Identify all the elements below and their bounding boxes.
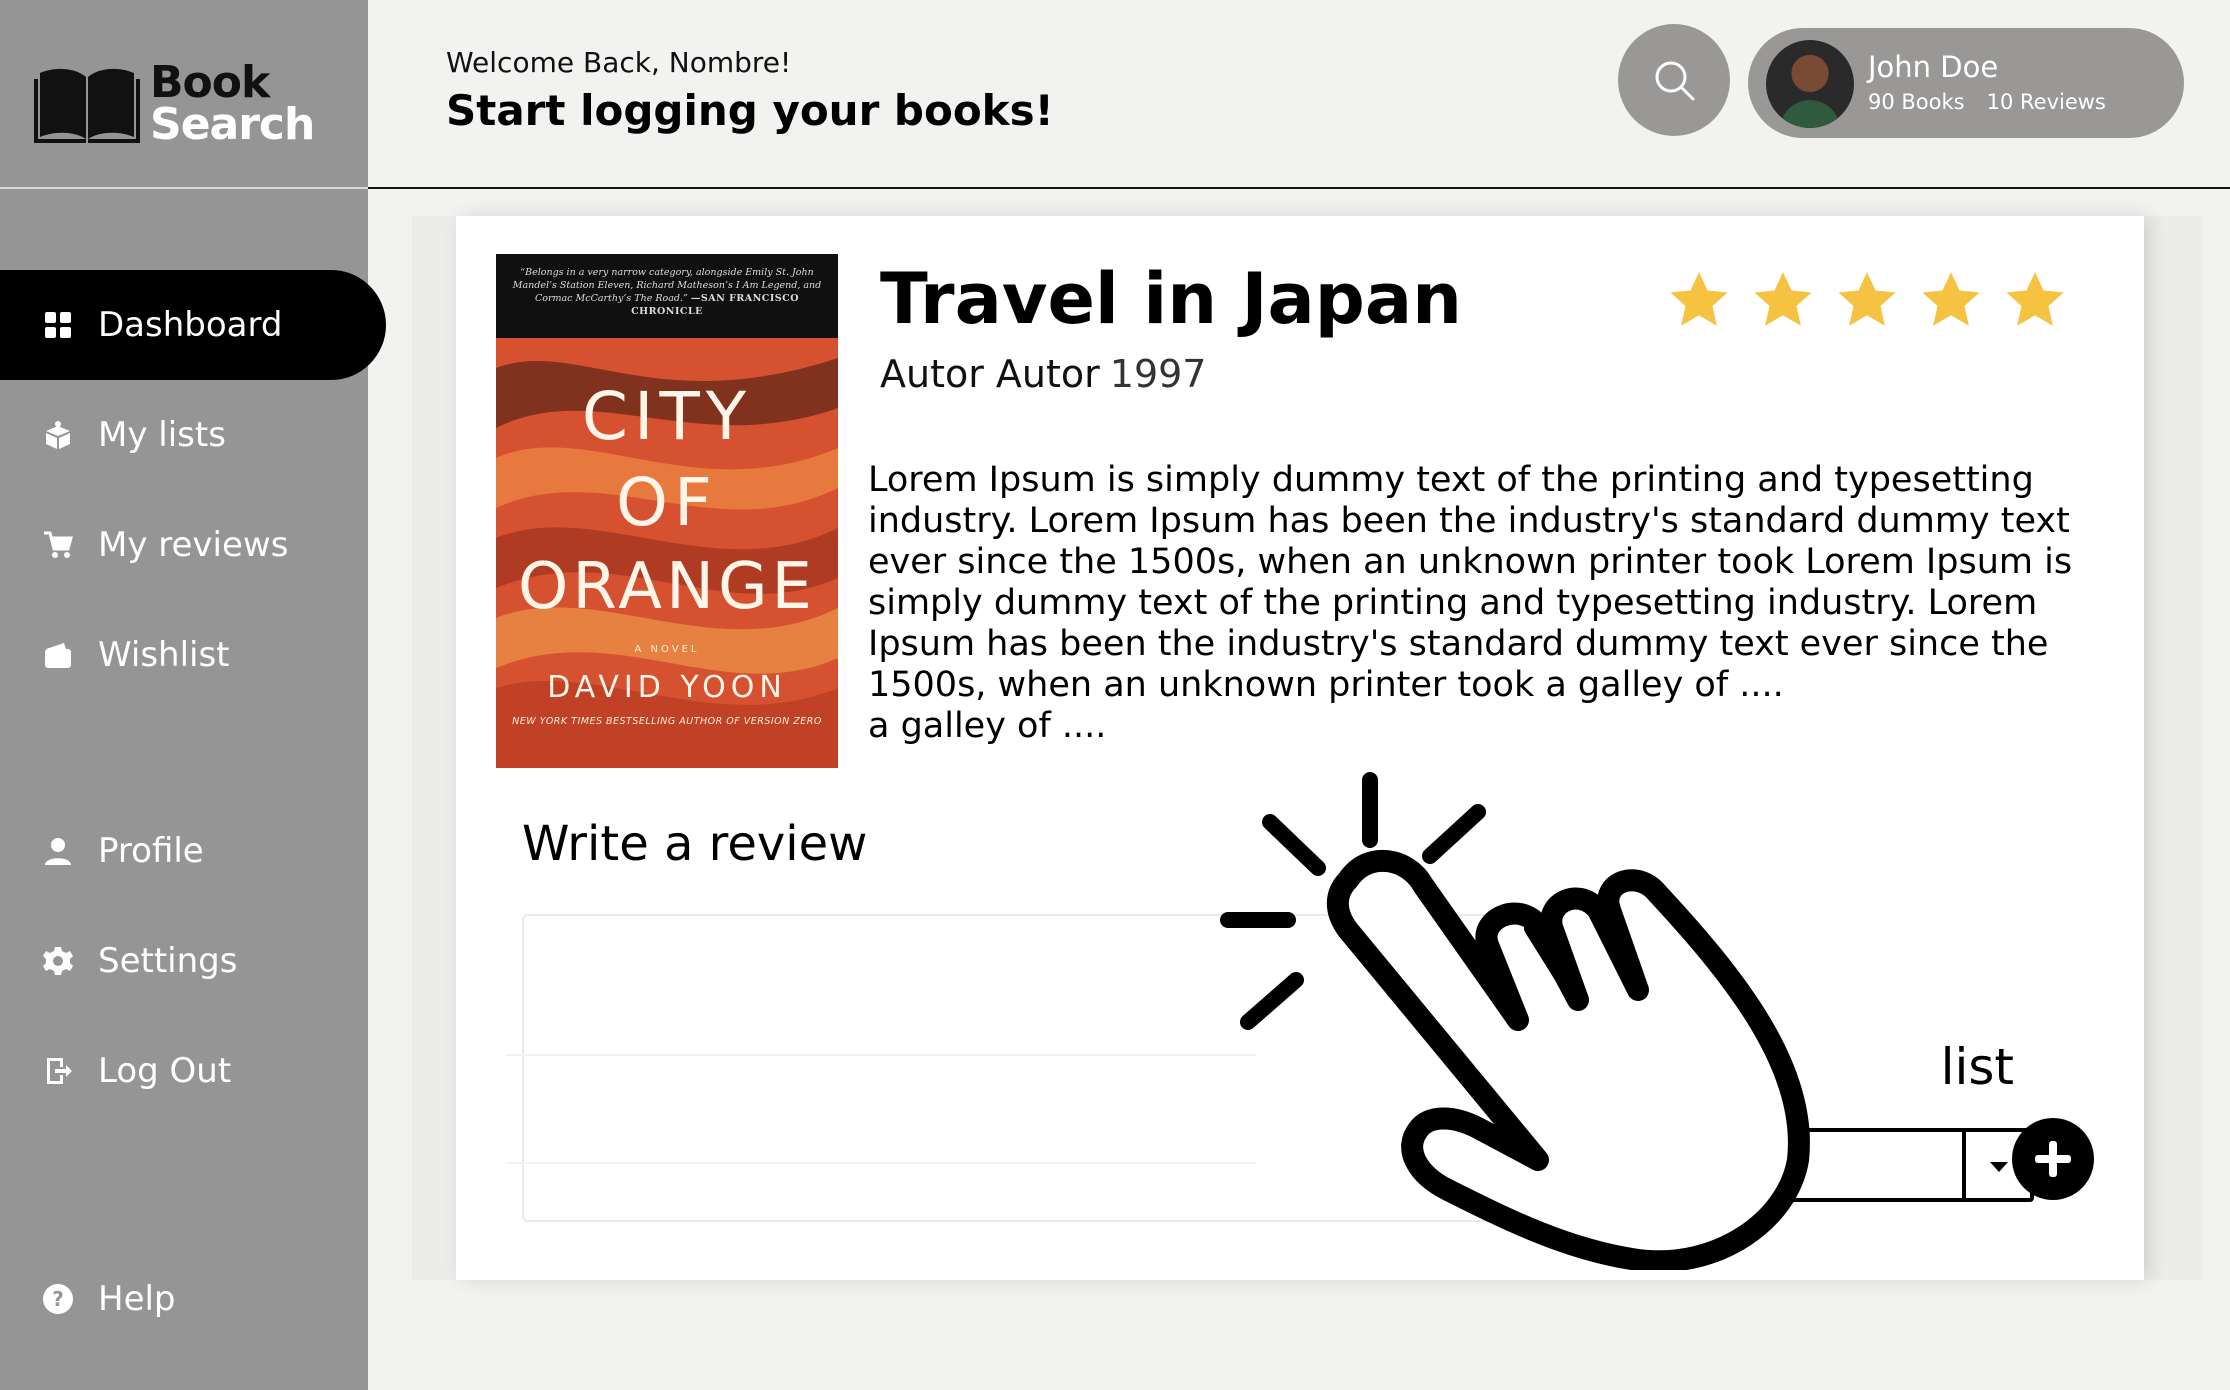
sidebar-item-dashboard[interactable]: Dashboard: [0, 270, 386, 380]
sidebar-item-label: My reviews: [98, 525, 289, 565]
book-description: Lorem Ipsum is simply dummy text of the …: [868, 460, 2108, 747]
add-to-list-label: list: [1940, 1038, 2014, 1096]
book-detail-card: “Belongs in a very narrow category, alon…: [456, 216, 2144, 1280]
user-profile-chip[interactable]: John Doe 90 Books 10 Reviews: [1748, 28, 2184, 138]
book-author: Autor Autor: [880, 352, 1100, 396]
cover-title-line1: CITY: [581, 378, 753, 455]
svg-text:?: ?: [52, 1287, 64, 1311]
book-title: Travel in Japan: [880, 258, 1462, 340]
review-textarea[interactable]: [522, 914, 1582, 1222]
star-icon[interactable]: [1750, 268, 1816, 334]
sidebar-item-label: Profile: [98, 831, 204, 871]
avatar: [1766, 40, 1854, 128]
header-divider: [368, 187, 2230, 189]
sidebar-item-label: Wishlist: [98, 635, 230, 675]
star-icon[interactable]: [1666, 268, 1732, 334]
sidebar-item-label: Dashboard: [98, 305, 283, 345]
add-to-list-button[interactable]: [2012, 1118, 2094, 1200]
cover-blurb: NEW YORK TIMES BESTSELLING AUTHOR OF VER…: [512, 716, 822, 727]
star-icon[interactable]: [1918, 268, 1984, 334]
book-description-text: Lorem Ipsum is simply dummy text of the …: [868, 460, 2073, 705]
sidebar-item-help[interactable]: ? Help: [0, 1244, 368, 1354]
logo-line2: Search: [150, 99, 315, 150]
review-guide-line: [506, 1054, 1256, 1056]
star-icon[interactable]: [2002, 268, 2068, 334]
sidebar-item-label: Log Out: [98, 1051, 232, 1091]
chevron-down-icon[interactable]: [1990, 1162, 2008, 1172]
book-cover: “Belongs in a very narrow category, alon…: [496, 254, 838, 768]
logo-line1: Book: [150, 57, 270, 108]
user-reviews-count: 10 Reviews: [1986, 90, 2106, 114]
star-icon[interactable]: [1834, 268, 1900, 334]
cover-title-line3: ORANGE: [518, 550, 816, 624]
search-icon: [1655, 61, 1695, 101]
open-book-icon: [34, 68, 140, 143]
sidebar-item-label: My lists: [98, 415, 226, 455]
sidebar: Book Search Dashboard My lists My review…: [0, 0, 386, 1390]
review-heading: Write a review: [522, 816, 868, 872]
logout-icon: [40, 1053, 76, 1089]
plus-icon: [2035, 1141, 2071, 1177]
user-name: John Doe: [1868, 50, 1999, 84]
sidebar-item-settings[interactable]: Settings: [0, 906, 368, 1016]
gear-icon: [40, 943, 76, 979]
sidebar-divider: [0, 187, 368, 189]
cover-author: DAVID YOON: [547, 670, 787, 705]
select-divider: [1962, 1132, 1966, 1198]
sidebar-item-my-lists[interactable]: My lists: [0, 380, 368, 490]
sidebar-item-wishlist[interactable]: Wishlist: [0, 600, 368, 710]
wallet-icon: [40, 637, 76, 673]
box-icon: [40, 417, 76, 453]
welcome-text: Welcome Back, Nombre!: [446, 46, 792, 79]
book-description-tail: a galley of ....: [868, 706, 1107, 746]
sidebar-item-profile[interactable]: Profile: [0, 796, 368, 906]
book-year: 1997: [1109, 352, 1207, 396]
sidebar-item-log-out[interactable]: Log Out: [0, 1016, 368, 1126]
book-author-line: Autor Autor 1997: [880, 352, 1207, 396]
list-select-dropdown[interactable]: [1646, 1128, 2034, 1202]
app-logo-text: Book Search: [150, 57, 315, 150]
page-title: Start logging your books!: [446, 86, 1054, 135]
person-icon: [40, 833, 76, 869]
cover-quote-band: “Belongs in a very narrow category, alon…: [496, 254, 838, 338]
user-books-count: 90 Books: [1868, 90, 1965, 114]
sidebar-item-my-reviews[interactable]: My reviews: [0, 490, 368, 600]
cover-title-line2: OF: [616, 464, 718, 541]
app-logo[interactable]: Book Search: [34, 57, 315, 150]
sidebar-item-label: Settings: [98, 941, 238, 981]
cover-subtitle: A NOVEL: [634, 644, 700, 655]
search-button[interactable]: [1618, 24, 1730, 136]
review-guide-line: [506, 1162, 1256, 1164]
star-rating[interactable]: [1666, 268, 2068, 334]
user-stats: 90 Books 10 Reviews: [1868, 90, 2106, 114]
cart-icon: [40, 527, 76, 563]
sidebar-item-label: Help: [98, 1279, 176, 1319]
grid-icon: [40, 307, 76, 343]
help-icon: ?: [40, 1281, 76, 1317]
